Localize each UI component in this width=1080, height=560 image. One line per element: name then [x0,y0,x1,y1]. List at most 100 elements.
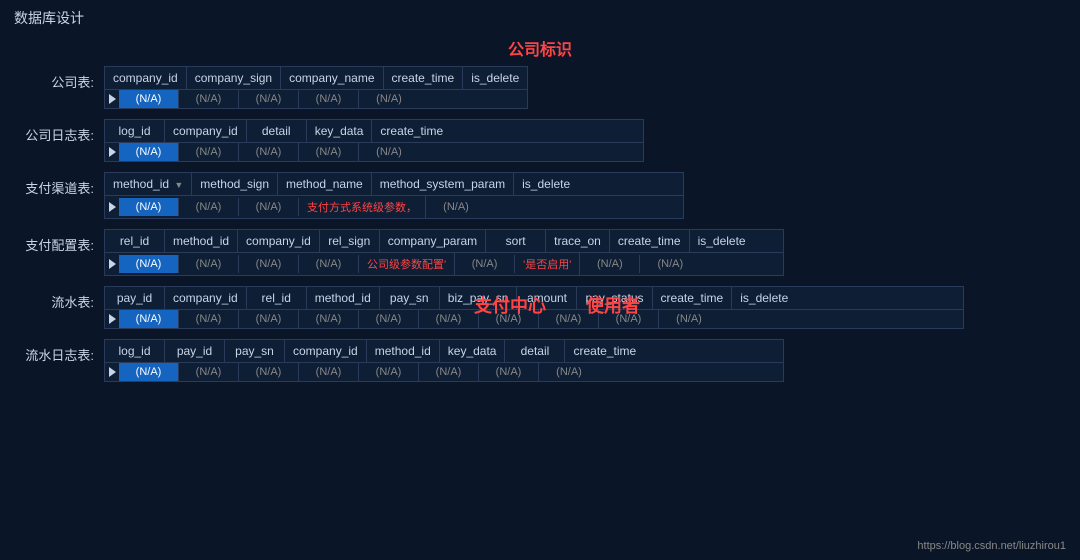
company-table-label: 公司表: [14,66,104,91]
td-company-sign: (N/A) [179,90,239,108]
flow-log-header: log_id pay_id pay_sn company_id method_i… [105,340,783,363]
td-is-delete3: (N/A) [426,198,486,216]
payment-channel-header: method_id ▼ method_sign method_name meth… [105,173,683,196]
td-method-id: (N/A) [119,198,179,216]
payment-config-table: rel_id method_id company_id rel_sign com… [104,229,784,276]
td-rel-id: (N/A) [119,255,179,273]
td-pay-id: (N/A) [119,310,179,328]
company-table-header: company_id company_sign company_name cre… [105,67,527,90]
flow-table-label: 流水表: [14,286,104,311]
th-key-data: key_data [307,120,373,142]
payment-channel-wrapper: method_id ▼ method_sign method_name meth… [104,172,1066,219]
th-pay-sn2: pay_sn [225,340,285,362]
th-is-delete6: is_delete [732,287,796,309]
td-pay-id3: (N/A) [179,363,239,381]
td-is-delete: (N/A) [359,90,419,108]
th-company-param: company_param [380,230,486,252]
row-indicator5 [105,311,119,327]
td-company-name: (N/A) [239,90,299,108]
th-sort: sort [486,230,546,252]
td-pay-sn: (N/A) [359,310,419,328]
page-title: 数据库设计 [0,0,1080,32]
td-log-id2: (N/A) [119,363,179,381]
th-company-id6: company_id [165,287,247,309]
th-is-delete: is_delete [463,67,527,89]
td-sort: (N/A) [455,255,515,273]
footer-url: https://blog.csdn.net/liuzhirou1 [917,540,1066,552]
td-create-time5: (N/A) [580,255,640,273]
row-indicator3 [105,199,119,215]
company-log-table-wrapper: log_id company_id detail key_data create… [104,119,1066,162]
td-is-delete5: (N/A) [640,255,700,273]
td-pay-sn2: (N/A) [239,363,299,381]
th-rel-sign: rel_sign [320,230,380,252]
flow-log-wrapper: log_id pay_id pay_sn company_id method_i… [104,339,1066,382]
payment-config-body: (N/A) (N/A) (N/A) (N/A) 公司级参数配置' (N/A) '… [105,253,783,275]
th-company-id2: company_id [165,120,247,142]
company-log-label: 公司日志表: [14,119,104,144]
th-detail: detail [247,120,307,142]
td-rel-sign: (N/A) [299,255,359,273]
td-company-id5: (N/A) [239,255,299,273]
td-is-delete7: (N/A) [659,310,719,328]
payment-config-header: rel_id method_id company_id rel_sign com… [105,230,783,253]
th-create-time6: create_time [653,287,733,309]
th-company-id4: company_id [238,230,320,252]
row-indicator6 [105,364,119,380]
center-label-wrapper: 公司标识 [0,36,1080,60]
th-company-id8: company_id [285,340,367,362]
th-create-time2: create_time [372,120,451,142]
th-rel-id2: rel_id [247,287,307,309]
company-log-body: (N/A) (N/A) (N/A) (N/A) (N/A) [105,143,643,161]
flow-overlap-labels: 支付中心 使用者 [474,292,640,318]
flow-log-table: log_id pay_id pay_sn company_id method_i… [104,339,784,382]
payment-config-wrapper: rel_id method_id company_id rel_sign com… [104,229,1066,276]
flow-overlap-label-payment: 支付中心 [474,292,546,318]
td-method-sign: (N/A) [179,198,239,216]
company-log-table: log_id company_id detail key_data create… [104,119,644,162]
company-log-table-row: 公司日志表: log_id company_id detail key_data… [14,119,1066,162]
flow-log-row: 流水日志表: log_id pay_id pay_sn company_id m… [14,339,1066,382]
row-indicator4 [105,256,119,272]
td-company-param: 公司级参数配置' [359,253,455,275]
th-create-time4: create_time [610,230,690,252]
row-indicator [105,91,119,107]
td-key-data2: (N/A) [419,363,479,381]
th-pay-sn: pay_sn [380,287,440,309]
payment-config-row: 支付配置表: rel_id method_id company_id rel_s… [14,229,1066,276]
company-table-row: 公司表: company_id company_sign company_nam… [14,66,1066,109]
th-log-id2: log_id [105,340,165,362]
td-trace-on: '是否启用' [515,253,580,275]
td-detail: (N/A) [239,143,299,161]
th-pay-id: pay_id [105,287,165,309]
td-company-id3: (N/A) [179,143,239,161]
th-is-delete2: is_delete [514,173,578,195]
payment-channel-table: method_id ▼ method_sign method_name meth… [104,172,684,219]
td-log-id: (N/A) [119,143,179,161]
td-rel-id2: (N/A) [239,310,299,328]
th-method-system-param: method_system_param [372,173,514,195]
td-detail2: (N/A) [479,363,539,381]
td-company-id: (N/A) [119,90,179,108]
th-trace-on: trace_on [546,230,610,252]
payment-config-label: 支付配置表: [14,229,104,254]
company-table-wrapper: company_id company_sign company_name cre… [104,66,1066,109]
td-method-id7: (N/A) [359,363,419,381]
company-table-body: (N/A) (N/A) (N/A) (N/A) (N/A) [105,90,527,108]
td-company-id9: (N/A) [299,363,359,381]
company-table: company_id company_sign company_name cre… [104,66,528,109]
th-rel-id: rel_id [105,230,165,252]
th-method-id2: method_id [165,230,238,252]
th-key-data2: key_data [440,340,506,362]
flow-log-label: 流水日志表: [14,339,104,364]
payment-channel-label: 支付渠道表: [14,172,104,197]
td-method-id3: (N/A) [179,255,239,273]
company-log-header: log_id company_id detail key_data create… [105,120,643,143]
td-method-system-param: 支付方式系统级参数， [299,196,426,218]
flow-overlap-label-user: 使用者 [586,292,640,318]
td-method-id5: (N/A) [299,310,359,328]
th-is-delete4: is_delete [690,230,754,252]
td-method-name: (N/A) [239,198,299,216]
main-container: 公司表: company_id company_sign company_nam… [0,66,1080,382]
th-log-id: log_id [105,120,165,142]
